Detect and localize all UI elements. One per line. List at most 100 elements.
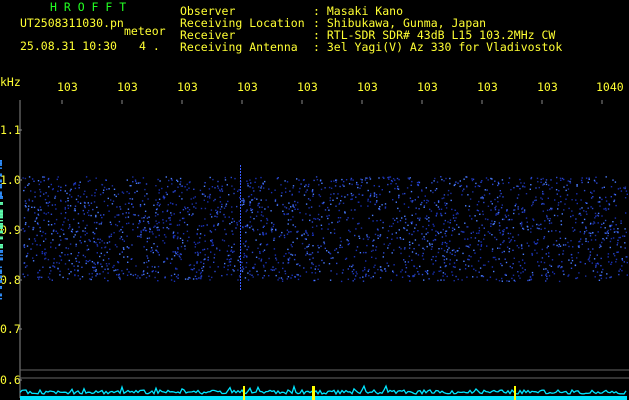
noise-speck <box>275 268 277 270</box>
noise-speck <box>404 192 406 195</box>
noise-speck <box>227 254 230 257</box>
noise-speck <box>162 219 164 221</box>
noise-speck <box>597 201 600 203</box>
noise-speck <box>318 264 320 267</box>
noise-speck <box>404 221 407 224</box>
noise-speck <box>129 198 131 200</box>
noise-speck <box>343 185 345 187</box>
noise-speck <box>576 202 578 205</box>
noise-speck <box>166 257 168 259</box>
noise-speck <box>440 208 443 210</box>
noise-speck <box>487 231 489 233</box>
noise-speck <box>127 261 129 263</box>
noise-speck <box>393 249 395 251</box>
noise-speck <box>74 208 76 210</box>
noise-speck <box>91 276 93 278</box>
noise-speck <box>151 231 153 233</box>
noise-speck <box>41 251 43 253</box>
noise-speck <box>418 219 421 221</box>
noise-speck <box>240 186 241 188</box>
noise-speck <box>499 247 501 249</box>
noise-speck <box>514 205 516 207</box>
noise-speck <box>149 228 151 231</box>
noise-speck <box>411 222 413 225</box>
noise-speck <box>605 209 607 211</box>
noise-speck <box>123 240 125 242</box>
noise-speck <box>177 251 179 253</box>
noise-speck <box>549 188 551 190</box>
noise-speck <box>352 273 355 275</box>
noise-speck <box>534 249 536 251</box>
noise-speck <box>376 196 378 198</box>
noise-speck <box>62 229 64 231</box>
noise-speck <box>91 194 93 197</box>
noise-speck <box>355 271 357 273</box>
noise-speck <box>213 224 215 226</box>
noise-speck <box>369 201 372 203</box>
noise-speck <box>286 233 289 235</box>
noise-speck <box>156 250 158 252</box>
noise-speck <box>384 203 387 205</box>
noise-speck <box>180 185 182 187</box>
noise-speck <box>128 271 130 273</box>
noise-speck <box>561 213 563 215</box>
noise-speck <box>390 183 392 185</box>
noise-speck <box>615 258 618 261</box>
noise-speck <box>50 242 52 244</box>
noise-speck <box>214 228 217 231</box>
noise-speck <box>593 222 596 224</box>
noise-speck <box>240 228 241 230</box>
noise-speck <box>126 191 128 193</box>
noise-speck <box>96 245 99 247</box>
noise-speck <box>177 248 179 250</box>
noise-speck <box>311 272 313 274</box>
noise-speck <box>44 254 46 256</box>
noise-speck <box>443 194 446 196</box>
echo-segment <box>0 280 2 282</box>
noise-speck <box>372 240 374 242</box>
noise-speck <box>464 268 467 270</box>
noise-speck <box>362 251 365 254</box>
noise-speck <box>219 189 221 191</box>
noise-speck <box>562 244 565 246</box>
noise-speck <box>291 254 294 256</box>
noise-speck <box>365 251 367 254</box>
noise-speck <box>420 203 422 206</box>
noise-speck <box>601 215 603 217</box>
noise-speck <box>391 233 393 235</box>
noise-speck <box>39 195 42 197</box>
noise-speck <box>250 182 252 184</box>
noise-speck <box>328 186 331 189</box>
noise-speck <box>373 193 376 195</box>
echo-segment <box>0 232 3 234</box>
noise-speck <box>249 179 251 181</box>
noise-speck <box>512 274 515 276</box>
noise-speck <box>59 255 62 258</box>
noise-speck <box>408 255 411 257</box>
noise-speck <box>529 276 532 279</box>
noise-speck <box>341 178 343 181</box>
noise-speck <box>60 259 63 261</box>
noise-speck <box>176 237 179 240</box>
noise-speck <box>249 226 251 229</box>
noise-speck <box>253 218 255 220</box>
noise-speck <box>427 200 430 202</box>
noise-speck <box>482 264 485 266</box>
noise-speck <box>57 176 59 178</box>
noise-speck <box>179 237 182 240</box>
noise-speck <box>533 199 536 202</box>
noise-speck <box>173 273 176 275</box>
noise-speck <box>477 185 479 187</box>
noise-speck <box>240 237 241 239</box>
noise-speck <box>381 204 383 206</box>
noise-speck <box>480 197 482 199</box>
noise-speck <box>430 210 433 212</box>
noise-speck <box>257 211 259 213</box>
noise-speck <box>556 176 558 179</box>
noise-speck <box>87 248 90 251</box>
noise-speck <box>64 263 67 265</box>
noise-speck <box>560 179 562 181</box>
noise-speck <box>278 271 280 273</box>
noise-speck <box>57 185 60 188</box>
noise-speck <box>585 240 587 242</box>
